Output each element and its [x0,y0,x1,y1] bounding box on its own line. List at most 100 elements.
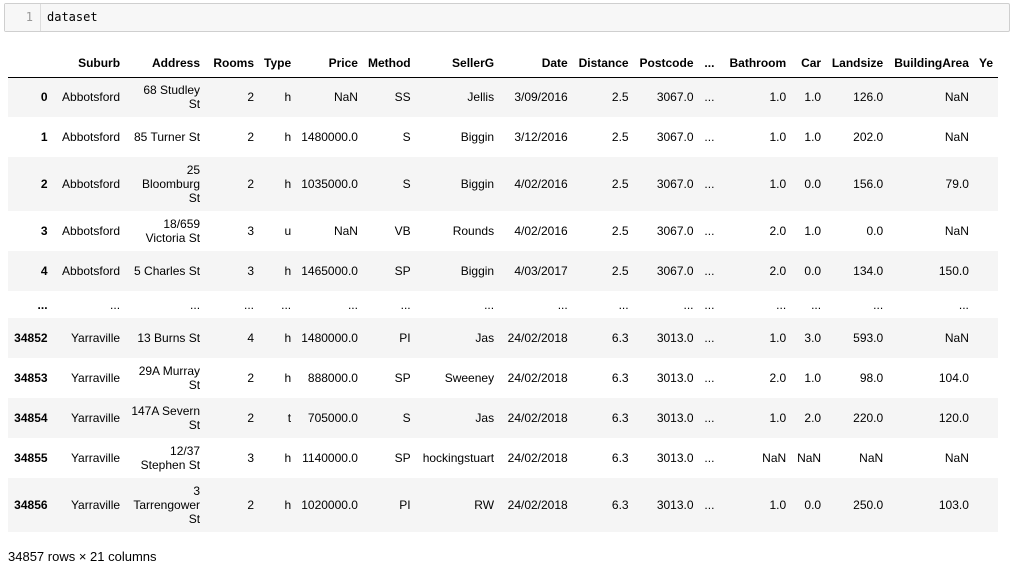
table-cell: S [402,177,411,191]
table-cell: ... [484,297,495,312]
table-cell: 6.3 [611,331,629,345]
table-cell: Rounds [452,224,495,238]
table-cell: 150.0 [938,264,969,278]
dataframe-output: Suburb Address Rooms Type Price Method SellerG… [8,50,998,534]
table-cell: 1035000.0 [301,177,358,191]
table-cell: h [284,451,292,465]
table-cell: 3 [247,264,254,278]
table-cell: 134.0 [853,264,884,278]
table-cell: 24/02/2018 [507,498,568,512]
table-cell: Yarraville [70,451,121,465]
table-cell: 3.0 [804,331,822,345]
table-cell: h [284,498,292,512]
column-header: SellerG [415,50,500,78]
table-cell [974,157,998,211]
table-cell: VB [394,224,411,238]
table-cell [974,291,998,318]
column-header: Postcode [633,50,699,78]
table-cell: 2.0 [769,371,787,385]
table-cell: 3013.0 [656,331,694,345]
code-input-cell[interactable]: 1 dataset [4,3,1010,32]
table-cell: 1465000.0 [301,264,358,278]
table-cell: 0.0 [804,264,822,278]
table-cell [974,77,998,117]
table-cell: 6.3 [611,411,629,425]
table-cell: ... [704,451,715,465]
table-cell: 1.0 [769,130,787,144]
table-cell: 1.0 [769,177,787,191]
column-header: BuildingArea [888,50,974,78]
table-cell: ... [873,297,884,312]
table-row: 4 Abbotsford 5 Charles St 3 h 1465000.0 SP Bigg… [8,251,998,291]
table-cell: 1.0 [769,90,787,105]
row-index: 4 [40,264,48,278]
table-cell: 2.5 [611,90,629,105]
line-number: 1 [25,10,33,24]
table-cell: 3067.0 [656,264,694,278]
table-cell: NaN [762,451,787,465]
table-cell: 3/09/2016 [514,90,568,105]
table-cell: Abbotsford [62,264,121,278]
table-cell: 1020000.0 [301,498,358,512]
table-cell: 29A Murray St [138,364,201,392]
table-cell: Yarraville [70,411,121,425]
table-cell: 202.0 [853,130,884,144]
table-cell: ... [704,177,715,191]
table-cell: ... [683,297,694,312]
table-cell: S [402,130,411,144]
table-cell: 3013.0 [656,411,694,425]
row-index: 2 [40,177,48,191]
table-cell: SP [394,371,411,385]
table-cell: ... [281,297,292,312]
table-cell [974,398,998,438]
column-header: ... [698,50,720,78]
table-cell: NaN [944,331,969,345]
row-index: 34852 [14,331,48,345]
table-cell: h [284,331,292,345]
table-cell: ... [557,297,568,312]
table-cell: 3067.0 [656,130,694,144]
table-cell: ... [243,297,254,312]
table-row: 2 Abbotsford 25 Bloomburg St 2 h 1035000.0 S Bi… [8,157,998,211]
code-text[interactable]: dataset [47,10,98,24]
table-cell: ... [704,90,715,105]
table-cell: ... [811,297,822,312]
table-cell: 24/02/2018 [507,451,568,465]
table-cell: 98.0 [859,371,884,385]
table-cell: ... [110,297,121,312]
table-cell: 147A Severn St [131,404,201,432]
table-cell: 4/03/2017 [514,264,568,278]
column-header: Address [125,50,206,78]
table-cell: PI [399,498,411,512]
table-cell: h [284,90,292,105]
row-index: 3 [40,224,48,238]
table-cell: 2.0 [769,264,787,278]
table-cell: Abbotsford [62,177,121,191]
table-cell: 1.0 [769,498,787,512]
table-cell: 888000.0 [307,371,358,385]
table-cell: h [284,264,292,278]
table-cell: 2 [247,177,254,191]
table-cell: SS [394,90,411,105]
table-cell: 0.0 [866,224,884,238]
column-header: Distance [572,50,634,78]
table-cell: Biggin [460,264,495,278]
table-cell: Biggin [460,177,495,191]
table-cell: 2.5 [611,224,629,238]
table-cell: ... [704,130,715,144]
table-row: 0 Abbotsford 68 Studley St 2 h NaN SS Jellis 3/0… [8,77,998,117]
table-cell: ... [618,297,629,312]
table-cell: ... [958,297,969,312]
table-cell: 85 Turner St [134,130,201,144]
table-cell: ... [347,297,358,312]
table-cell: ... [704,331,715,345]
table-row: 34854 Yarraville 147A Severn St 2 t 705000.0 S… [8,398,998,438]
table-cell: 3013.0 [656,371,694,385]
table-cell [974,251,998,291]
table-cell: Abbotsford [62,130,121,144]
dataframe-shape: 34857 rows × 21 columns [8,549,157,564]
table-cell [974,117,998,157]
table-cell: 6.3 [611,498,629,512]
table-cell: 24/02/2018 [507,331,568,345]
table-cell: 25 Bloomburg St [142,163,201,205]
